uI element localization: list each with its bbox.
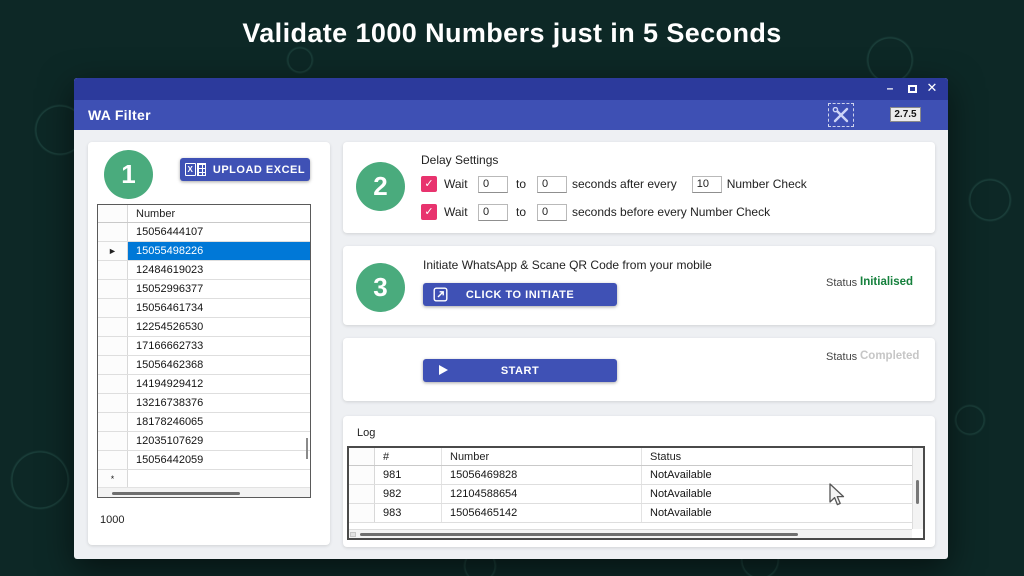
- close-button[interactable]: ✕: [922, 78, 942, 100]
- horizontal-scrollbar[interactable]: [349, 529, 912, 538]
- table-row[interactable]: 15056462368: [98, 356, 310, 375]
- table-row[interactable]: 15056444107: [98, 223, 310, 242]
- number-column-header[interactable]: Number: [442, 448, 642, 465]
- initiate-instruction: Initiate WhatsApp & Scane QR Code from y…: [423, 258, 712, 272]
- table-row[interactable]: 14194929412: [98, 375, 310, 394]
- seconds-after-label: seconds after every: [572, 177, 677, 191]
- start-button[interactable]: START: [423, 359, 617, 382]
- vertical-scrollbar-thumb[interactable]: [306, 438, 308, 459]
- table-row[interactable]: 12254526530: [98, 318, 310, 337]
- to-label: to: [515, 177, 527, 191]
- horizontal-scrollbar[interactable]: [98, 487, 310, 497]
- wait-label: Wait: [444, 205, 478, 219]
- maximize-icon: [908, 85, 917, 93]
- seconds-before-label: seconds before every Number Check: [572, 205, 770, 219]
- delay-row-before: ✓ Wait to seconds before every Number Ch…: [421, 203, 770, 221]
- app-title: WA Filter: [88, 107, 151, 123]
- vertical-scrollbar[interactable]: [912, 448, 923, 529]
- table-row-selected[interactable]: ►15055498226: [98, 242, 310, 261]
- wrench-screwdriver-icon: [832, 107, 850, 123]
- checkbox-wait-after[interactable]: ✓: [421, 176, 437, 192]
- step-2-badge: 2: [356, 162, 405, 211]
- status-label: Status: [826, 277, 857, 289]
- play-icon: [439, 365, 448, 375]
- upload-panel: 1 X UPLOAD EXCEL Number 15056444107 ►150…: [88, 142, 330, 545]
- window-control-strip: – ✕: [74, 78, 948, 100]
- log-panel: Log # Number Status 981 15056469828 NotA…: [343, 416, 935, 547]
- version-badge: 2.7.5: [890, 107, 921, 122]
- initiate-panel: 3 Initiate WhatsApp & Scane QR Code from…: [343, 246, 935, 325]
- wa-filter-window: – ✕ WA Filter 2.7.5 1 X UPLOAD EXCEL Num…: [74, 78, 948, 559]
- upload-excel-button[interactable]: X UPLOAD EXCEL: [180, 158, 310, 181]
- wait-from-input-2[interactable]: [478, 204, 508, 221]
- delay-row-after: ✓ Wait to seconds after every Number Che…: [421, 175, 807, 193]
- vertical-scrollbar-thumb[interactable]: [916, 480, 919, 504]
- minimize-button[interactable]: –: [880, 78, 900, 100]
- row-selector-arrow: ►: [98, 242, 128, 260]
- scroll-left-arrow[interactable]: [350, 532, 356, 537]
- horizontal-scrollbar-thumb[interactable]: [112, 492, 240, 495]
- upload-excel-label: UPLOAD EXCEL: [213, 164, 305, 176]
- status-column-header[interactable]: Status: [642, 448, 923, 465]
- every-n-input[interactable]: [692, 176, 722, 193]
- row-selector-header: [349, 448, 375, 465]
- wait-from-input[interactable]: [478, 176, 508, 193]
- log-grid-header: # Number Status: [349, 448, 923, 466]
- table-row[interactable]: 12484619023: [98, 261, 310, 280]
- settings-tools-button[interactable]: [828, 103, 854, 127]
- excel-icon: X: [185, 163, 206, 176]
- status-completed-value: Completed: [860, 350, 919, 362]
- to-label: to: [515, 205, 527, 219]
- status-label: Status: [826, 351, 857, 363]
- status-initialised-value: Initialised: [860, 276, 913, 288]
- start-panel: START Status Completed: [343, 338, 935, 401]
- total-count: 1000: [100, 514, 124, 526]
- table-row[interactable]: 982 12104588654 NotAvailable: [349, 485, 923, 504]
- numbers-grid-header: Number: [98, 205, 310, 223]
- click-to-initiate-button[interactable]: CLICK TO INITIATE: [423, 283, 617, 306]
- wait-until-input[interactable]: [537, 176, 567, 193]
- table-row[interactable]: 15056442059: [98, 451, 310, 470]
- delay-settings-panel: 2 Delay Settings ✓ Wait to seconds after…: [343, 142, 935, 233]
- number-column-header[interactable]: Number: [128, 205, 310, 222]
- row-selector-header: [98, 205, 128, 222]
- table-row[interactable]: 18178246065: [98, 413, 310, 432]
- wait-until-input-2[interactable]: [537, 204, 567, 221]
- table-row[interactable]: 15052996377: [98, 280, 310, 299]
- step-1-badge: 1: [104, 150, 153, 199]
- table-row[interactable]: 981 15056469828 NotAvailable: [349, 466, 923, 485]
- delay-settings-title: Delay Settings: [421, 153, 498, 167]
- step-3-badge: 3: [356, 263, 405, 312]
- number-check-label: Number Check: [727, 177, 807, 191]
- new-row-marker: *: [98, 470, 128, 488]
- open-in-new-icon: [433, 287, 448, 302]
- hash-column-header[interactable]: #: [375, 448, 442, 465]
- table-row[interactable]: 983 15056465142 NotAvailable: [349, 504, 923, 523]
- horizontal-scrollbar-thumb[interactable]: [360, 533, 798, 536]
- click-to-initiate-label: CLICK TO INITIATE: [466, 289, 574, 301]
- log-title: Log: [357, 427, 375, 439]
- table-row[interactable]: 13216738376: [98, 394, 310, 413]
- maximize-button[interactable]: [902, 78, 922, 100]
- numbers-grid: Number 15056444107 ►15055498226 12484619…: [97, 204, 311, 498]
- titlebar: WA Filter 2.7.5: [74, 100, 948, 130]
- page-title: Validate 1000 Numbers just in 5 Seconds: [0, 18, 1024, 49]
- wait-label: Wait: [444, 177, 478, 191]
- table-row[interactable]: 15056461734: [98, 299, 310, 318]
- table-row[interactable]: 12035107629: [98, 432, 310, 451]
- checkbox-wait-before[interactable]: ✓: [421, 204, 437, 220]
- table-row[interactable]: 17166662733: [98, 337, 310, 356]
- log-grid: # Number Status 981 15056469828 NotAvail…: [347, 446, 925, 540]
- start-label: START: [501, 365, 539, 377]
